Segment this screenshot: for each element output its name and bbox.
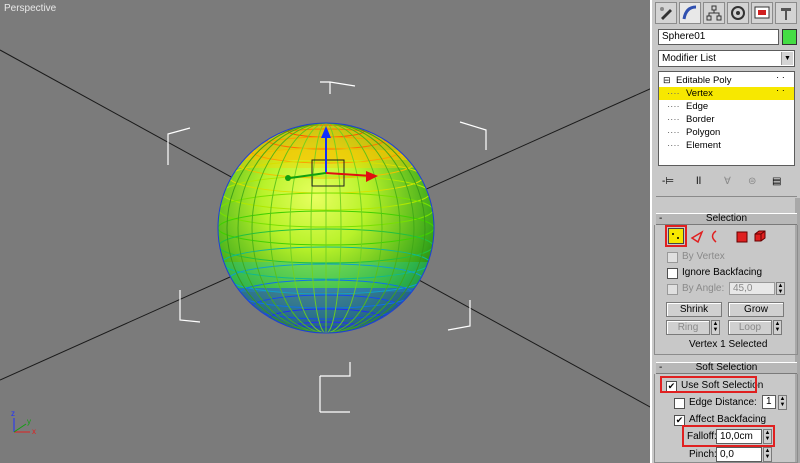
pin-stack-icon[interactable]: -⊨ xyxy=(662,176,674,187)
modifier-list-dropdown[interactable]: Modifier List ▼ xyxy=(658,50,795,67)
shrink-button[interactable]: Shrink xyxy=(666,302,722,317)
annotation-vertex-highlight xyxy=(665,225,687,247)
grow-button[interactable]: Grow xyxy=(728,302,784,317)
collapse-icon[interactable]: ⊟ xyxy=(663,74,671,87)
modify-tab[interactable] xyxy=(679,2,701,24)
show-end-result-icon[interactable]: ǀǀ xyxy=(696,176,701,187)
edge-icon xyxy=(690,230,704,244)
motion-tab[interactable] xyxy=(727,2,749,24)
stack-edge-label: Edge xyxy=(686,101,709,112)
edge-distance-field[interactable]: 1 xyxy=(762,395,776,409)
stack-item-edge[interactable]: ···· Edge xyxy=(659,100,794,113)
edge-subobject-button[interactable] xyxy=(690,228,706,244)
pinch-label: Pinch: xyxy=(689,449,717,460)
motion-icon xyxy=(731,6,745,20)
by-angle-checkbox[interactable] xyxy=(667,284,678,295)
svg-text:x: x xyxy=(32,427,36,436)
border-icon xyxy=(711,230,717,243)
pinch-spinner[interactable]: ▲ ▼ xyxy=(763,447,772,462)
utilities-tab[interactable] xyxy=(775,2,797,24)
element-icon xyxy=(754,230,766,242)
stack-item-vertex[interactable]: ···· Vertex · · xyxy=(659,85,794,100)
stack-polygon-label: Polygon xyxy=(686,127,721,138)
hierarchy-tab[interactable] xyxy=(703,2,725,24)
stack-vertex-label: Vertex xyxy=(686,88,713,99)
ring-button[interactable]: Ring xyxy=(666,320,710,335)
utilities-icon xyxy=(781,8,791,20)
element-subobject-button[interactable] xyxy=(752,228,768,244)
edge-distance-label: Edge Distance: xyxy=(689,397,757,408)
divider xyxy=(656,196,797,197)
loop-spinner[interactable]: ▲ ▼ xyxy=(773,320,782,335)
create-icon xyxy=(660,7,672,20)
vertex-mode-icon: · · xyxy=(776,85,785,96)
axis-tripod: z x y xyxy=(11,409,36,436)
object-name-field[interactable]: Sphere01 xyxy=(658,29,779,45)
by-vertex-checkbox[interactable] xyxy=(667,252,678,263)
viewport-label[interactable]: Perspective xyxy=(4,3,56,14)
ignore-backfacing-checkbox[interactable] xyxy=(667,268,678,279)
make-unique-icon[interactable]: ∀ xyxy=(724,176,731,187)
configure-sets-icon[interactable]: ▤ xyxy=(772,176,781,187)
edge-distance-spinner[interactable]: ▲ ▼ xyxy=(778,395,787,410)
annotation-soft-selection-highlight xyxy=(660,376,757,393)
modifier-list-label: Modifier List xyxy=(662,53,716,64)
polygon-icon xyxy=(736,231,748,243)
object-color-swatch[interactable] xyxy=(782,29,797,45)
perspective-viewport[interactable]: z x y Perspective xyxy=(0,0,652,463)
viewport-scene: z x y xyxy=(0,49,650,436)
selection-title-label: Selection xyxy=(705,213,748,224)
soft-selection-rollout-title[interactable]: - Soft Selection xyxy=(656,362,797,374)
stack-root-label: Editable Poly xyxy=(676,75,732,86)
selection-rollout-title[interactable]: - Selection xyxy=(656,213,797,225)
hierarchy-icon xyxy=(706,5,722,21)
stack-item-editable-poly[interactable]: ⊟ Editable Poly · · xyxy=(659,72,794,87)
modify-icon xyxy=(682,5,697,20)
angle-spinner[interactable]: ▲ ▼ xyxy=(776,282,785,295)
create-tab[interactable] xyxy=(655,2,677,24)
svg-text:z: z xyxy=(11,409,15,418)
annotation-falloff-highlight xyxy=(682,425,775,447)
pinch-field[interactable]: 0,0 xyxy=(716,447,762,462)
polygon-subobject-button[interactable] xyxy=(734,228,750,244)
border-subobject-button[interactable] xyxy=(706,228,722,244)
stack-element-label: Element xyxy=(686,140,721,151)
modifier-stack[interactable]: ⊟ Editable Poly · · ···· Vertex · · ····… xyxy=(658,71,795,166)
edge-distance-checkbox[interactable] xyxy=(674,398,685,409)
stack-item-border[interactable]: ···· Border xyxy=(659,113,794,126)
angle-value-field[interactable]: 45,0 xyxy=(729,282,775,295)
remove-modifier-icon[interactable]: ⊜ xyxy=(748,176,756,187)
soft-selection-title-label: Soft Selection xyxy=(695,362,758,373)
chevron-down-icon: ▼ xyxy=(781,52,793,65)
command-panel: Sphere01 Modifier List ▼ ⊟ Editable Poly… xyxy=(652,0,800,463)
display-icon xyxy=(754,6,770,19)
ignore-backfacing-label: Ignore Backfacing xyxy=(682,267,763,278)
display-tab[interactable] xyxy=(751,2,773,24)
svg-text:y: y xyxy=(27,417,31,426)
by-vertex-label: By Vertex xyxy=(682,251,725,262)
by-angle-label: By Angle: xyxy=(682,283,725,294)
affect-backfacing-label: Affect Backfacing xyxy=(689,414,767,425)
ring-spinner[interactable]: ▲ ▼ xyxy=(711,320,720,335)
stack-border-label: Border xyxy=(686,114,715,125)
vertex-mode-icon: · · xyxy=(776,72,785,83)
stack-item-element[interactable]: ···· Element xyxy=(659,139,794,152)
stack-item-polygon[interactable]: ···· Polygon xyxy=(659,126,794,139)
selection-status: Vertex 1 Selected xyxy=(689,339,768,350)
loop-button[interactable]: Loop xyxy=(728,320,772,335)
